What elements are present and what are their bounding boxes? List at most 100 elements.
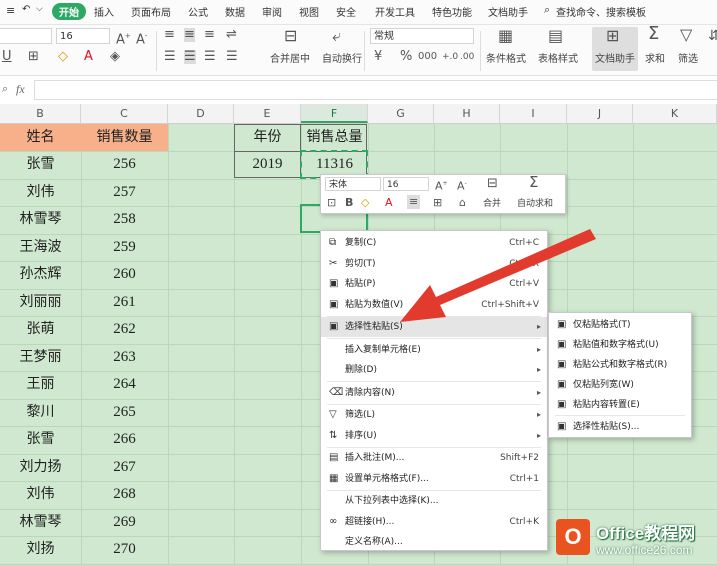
name-cell[interactable]: 林雪琴 <box>0 509 81 536</box>
name-cell[interactable]: 张萌 <box>0 316 81 343</box>
justify-icon[interactable]: ☰ <box>226 50 238 64</box>
border-icon[interactable]: ⊞ <box>28 50 39 64</box>
qty-cell[interactable]: 261 <box>81 289 168 316</box>
name-cell[interactable]: 林雪琴 <box>0 206 81 233</box>
column-header-K[interactable]: K <box>633 104 717 123</box>
submenu-item[interactable]: ▣ 粘贴公式和数字格式(R) <box>549 355 691 375</box>
name-cell[interactable]: 黎川 <box>0 399 81 426</box>
name-cell[interactable]: 张雪 <box>0 426 81 453</box>
submenu-item[interactable]: ▣ 粘贴内容转置(E) <box>549 395 691 415</box>
context-menu-item[interactable]: 从下拉列表中选择(K)... <box>321 491 547 511</box>
mini-format-painter-icon[interactable]: ⊡ <box>327 196 336 210</box>
column-header-J[interactable]: J <box>567 104 633 123</box>
tab-data[interactable]: 数据 <box>225 4 245 19</box>
table-style-icon[interactable]: ▤ <box>548 28 563 44</box>
filter-button[interactable]: 筛选 <box>678 53 698 67</box>
decimal-decrease-icon[interactable]: .00 <box>460 50 474 64</box>
sum-icon[interactable]: Σ <box>648 25 659 43</box>
tab-page-layout[interactable]: 页面布局 <box>131 4 171 19</box>
context-menu-item[interactable]: ∞ 超链接(H)... Ctrl+K <box>321 512 547 532</box>
name-cell[interactable]: 王丽 <box>0 371 81 398</box>
year-value-cell[interactable]: 2019 <box>234 151 301 178</box>
number-format-box[interactable]: 常规 <box>370 28 474 44</box>
submenu-item[interactable]: ▣ 仅粘贴列宽(W) <box>549 375 691 395</box>
table-style-button[interactable]: 表格样式 <box>538 53 578 67</box>
context-menu-item[interactable]: 删除(D) ▸ <box>321 360 547 380</box>
name-cell[interactable]: 王海波 <box>0 234 81 261</box>
mini-align-icon[interactable]: ≡ <box>407 195 421 209</box>
tab-view[interactable]: 视图 <box>299 4 319 19</box>
mini-bold-icon[interactable]: B <box>345 196 353 210</box>
qty-cell[interactable]: 269 <box>81 509 168 536</box>
name-cell[interactable]: 刘扬 <box>0 536 81 563</box>
mini-merge-button[interactable]: 合并 <box>483 197 501 211</box>
mini-clear-icon[interactable]: ⌂ <box>459 196 466 210</box>
qty-cell[interactable]: 266 <box>81 426 168 453</box>
wrap-icon[interactable]: ⇌ <box>226 28 237 42</box>
grow-font-icon[interactable]: A+ <box>116 29 131 47</box>
cond-format-button[interactable]: 条件格式 <box>486 53 526 67</box>
formula-input[interactable] <box>34 80 717 100</box>
align-middle-icon[interactable]: ≡ <box>184 28 195 42</box>
qty-cell[interactable]: 256 <box>81 151 168 178</box>
wrap-text-button[interactable]: 自动换行 <box>322 53 362 67</box>
sort-icon[interactable]: ⇵ <box>708 29 717 43</box>
merge-center-button[interactable]: 合并居中 <box>270 53 310 67</box>
mini-sum-icon[interactable]: Σ <box>529 175 538 190</box>
name-cell[interactable]: 刘伟 <box>0 481 81 508</box>
menu-icon[interactable]: ≡ <box>6 4 15 17</box>
fill-color-icon[interactable]: ◇ <box>58 50 68 64</box>
mini-size-box[interactable]: 16 <box>383 177 429 191</box>
tab-doc-helper[interactable]: 文档助手 <box>488 4 528 19</box>
align-top-icon[interactable]: ≡ <box>164 28 175 42</box>
tab-home[interactable]: 开始 <box>52 3 86 20</box>
qty-cell[interactable]: 263 <box>81 344 168 371</box>
merge-icon[interactable]: ⊟ <box>284 28 297 44</box>
mini-shrink-font-icon[interactable]: A- <box>457 177 467 194</box>
context-menu-item[interactable]: ▦ 设置单元格格式(F)... Ctrl+1 <box>321 469 547 489</box>
context-menu-item[interactable]: ▤ 插入批注(M)... Shift+F2 <box>321 448 547 468</box>
submenu-item[interactable]: ▣ 粘贴值和数字格式(U) <box>549 335 691 355</box>
qty-cell[interactable]: 270 <box>81 536 168 563</box>
decimal-increase-icon[interactable]: +.0 <box>442 50 458 64</box>
column-header-D[interactable]: D <box>168 104 234 123</box>
column-header-I[interactable]: I <box>500 104 567 123</box>
qty-cell[interactable]: 258 <box>81 206 168 233</box>
context-menu-item[interactable]: 定义名称(A)... <box>321 532 547 552</box>
header-name-cell[interactable]: 姓名 <box>0 124 81 151</box>
tab-features[interactable]: 特色功能 <box>432 4 472 19</box>
context-menu-item[interactable]: ▽ 筛选(L) ▸ <box>321 405 547 425</box>
submenu-item[interactable]: ▣ 选择性粘贴(S)... <box>549 417 691 437</box>
mini-autosum-button[interactable]: 自动求和 <box>517 197 553 211</box>
mini-merge-icon[interactable]: ⊟ <box>487 177 498 191</box>
underline-icon[interactable]: U <box>2 50 12 64</box>
column-header-H[interactable]: H <box>434 104 500 123</box>
qty-cell[interactable]: 259 <box>81 234 168 261</box>
tab-formula[interactable]: 公式 <box>188 4 208 19</box>
mini-font-box[interactable]: 宋体 <box>325 177 381 191</box>
mini-border-icon[interactable]: ⊞ <box>433 196 442 210</box>
tab-developer[interactable]: 开发工具 <box>375 4 415 19</box>
percent-icon[interactable]: % <box>400 50 412 64</box>
search-command[interactable]: 查找命令、搜索模板 <box>556 4 646 19</box>
qty-cell[interactable]: 265 <box>81 399 168 426</box>
total-label-cell[interactable]: 销售总量 <box>301 124 368 151</box>
context-menu-item[interactable]: ⇅ 排序(U) ▸ <box>321 426 547 446</box>
shrink-font-icon[interactable]: A- <box>136 29 147 47</box>
name-cell[interactable]: 刘力扬 <box>0 454 81 481</box>
fx-icon[interactable]: fx <box>16 82 25 97</box>
name-cell[interactable]: 孙杰辉 <box>0 261 81 288</box>
cond-format-icon[interactable]: ▦ <box>498 28 513 44</box>
mini-fill-color-icon[interactable]: ◇ <box>361 196 369 210</box>
column-header-G[interactable]: G <box>368 104 434 123</box>
year-label-cell[interactable]: 年份 <box>234 124 301 151</box>
align-center-icon[interactable]: ☰ <box>184 50 196 64</box>
search-icon[interactable]: ⌕ <box>544 3 550 17</box>
context-menu-item[interactable]: ⌫ 清除内容(N) ▸ <box>321 383 547 403</box>
thousands-icon[interactable]: 000 <box>418 50 437 64</box>
tab-insert[interactable]: 插入 <box>94 4 114 19</box>
qty-cell[interactable]: 268 <box>81 481 168 508</box>
qty-cell[interactable]: 262 <box>81 316 168 343</box>
font-name-box[interactable] <box>0 28 52 44</box>
name-cell[interactable]: 张雪 <box>0 151 81 178</box>
